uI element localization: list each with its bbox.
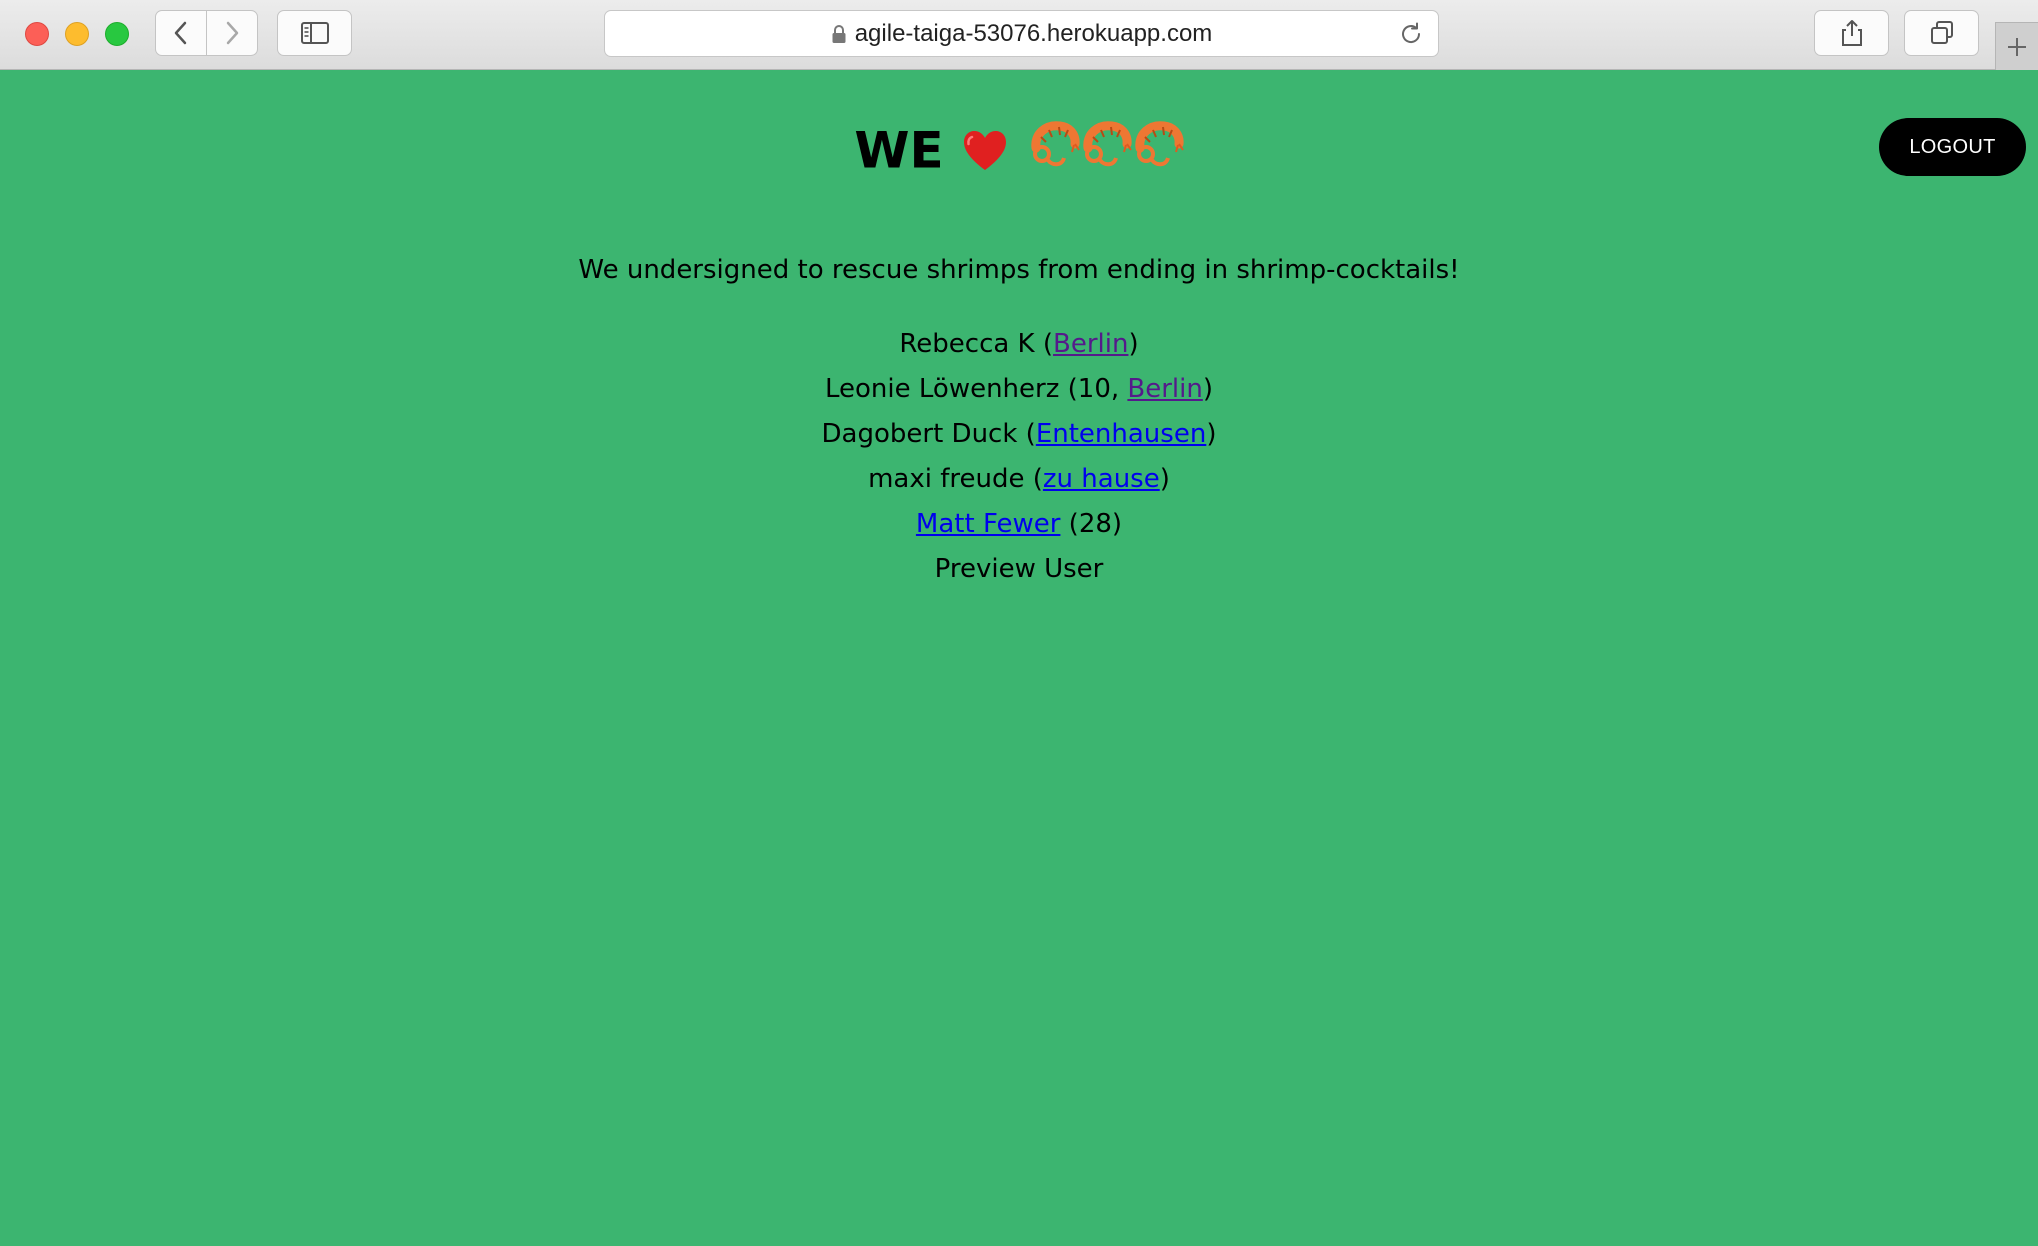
signer-item: Dagobert Duck (Entenhausen) [0,412,2038,457]
address-bar[interactable]: agile-taiga-53076.herokuapp.com [604,10,1439,57]
shrimp-icon [1083,121,1132,167]
browser-toolbar: agile-taiga-53076.herokuapp.com [0,0,2038,70]
sidebar-button[interactable] [277,10,352,56]
chevron-left-icon [174,21,187,45]
back-button[interactable] [156,11,206,55]
signer-item: Preview User [0,547,2038,592]
minimize-window-button[interactable] [65,22,89,46]
signer-text-end: ) [1159,464,1170,494]
lock-icon [832,24,846,43]
shrimp-icon [1135,121,1184,167]
signer-item: Leonie Löwenherz (10, Berlin) [0,367,2038,412]
signer-link[interactable]: zu hause [1043,464,1160,494]
plus-icon [2008,37,2026,56]
share-icon [1841,20,1862,46]
signer-text-end: (28) [1060,509,1123,539]
signer-item: maxi freude (zu hause) [0,457,2038,502]
reload-icon[interactable] [1398,21,1424,47]
signer-link[interactable]: Berlin [1127,374,1202,404]
signer-text: Dagobert Duck ( [821,419,1036,449]
signer-link[interactable]: Entenhausen [1036,419,1207,449]
signer-item: Rebecca K (Berlin) [0,322,2038,367]
petition-intro: We undersigned to rescue shrimps from en… [578,255,1460,285]
signer-link[interactable]: Berlin [1053,329,1128,359]
signer-item: Matt Fewer (28) [0,502,2038,547]
signer-link[interactable]: Matt Fewer [916,509,1061,539]
forward-button[interactable] [206,11,257,55]
signer-text: Rebecca K ( [899,329,1054,359]
signer-text-end: ) [1202,374,1213,404]
zoom-window-button[interactable] [105,22,129,46]
logout-button[interactable]: LOGOUT [1879,118,2026,176]
share-button[interactable] [1814,10,1889,56]
new-tab-button[interactable] [1995,22,2038,70]
show-tabs-button[interactable] [1904,10,1979,56]
signer-text-end: ) [1128,329,1139,359]
navigation-buttons [155,10,258,56]
shrimp-group [1028,118,1184,183]
sidebar-icon [300,22,329,44]
chevron-right-icon [226,21,239,45]
url-text: agile-taiga-53076.herokuapp.com [854,19,1213,47]
signer-text-end: ) [1206,419,1217,449]
red-heart-icon [963,130,1006,170]
shrimp-icon [1031,121,1080,167]
web-page: WE LOGOUT We undersigned to rescue shrim… [0,71,2038,1246]
close-window-button[interactable] [25,22,49,46]
signer-text: Leonie Löwenherz (10, [824,374,1128,404]
signer-list: Rebecca K (Berlin) Leonie Löwenherz (10,… [0,322,2038,592]
tabs-overview-icon [1930,21,1953,44]
page-title-text: WE [854,121,944,180]
signer-text: Preview User [934,554,1104,584]
page-title: WE [0,117,2038,183]
signer-text: maxi freude ( [868,464,1043,494]
